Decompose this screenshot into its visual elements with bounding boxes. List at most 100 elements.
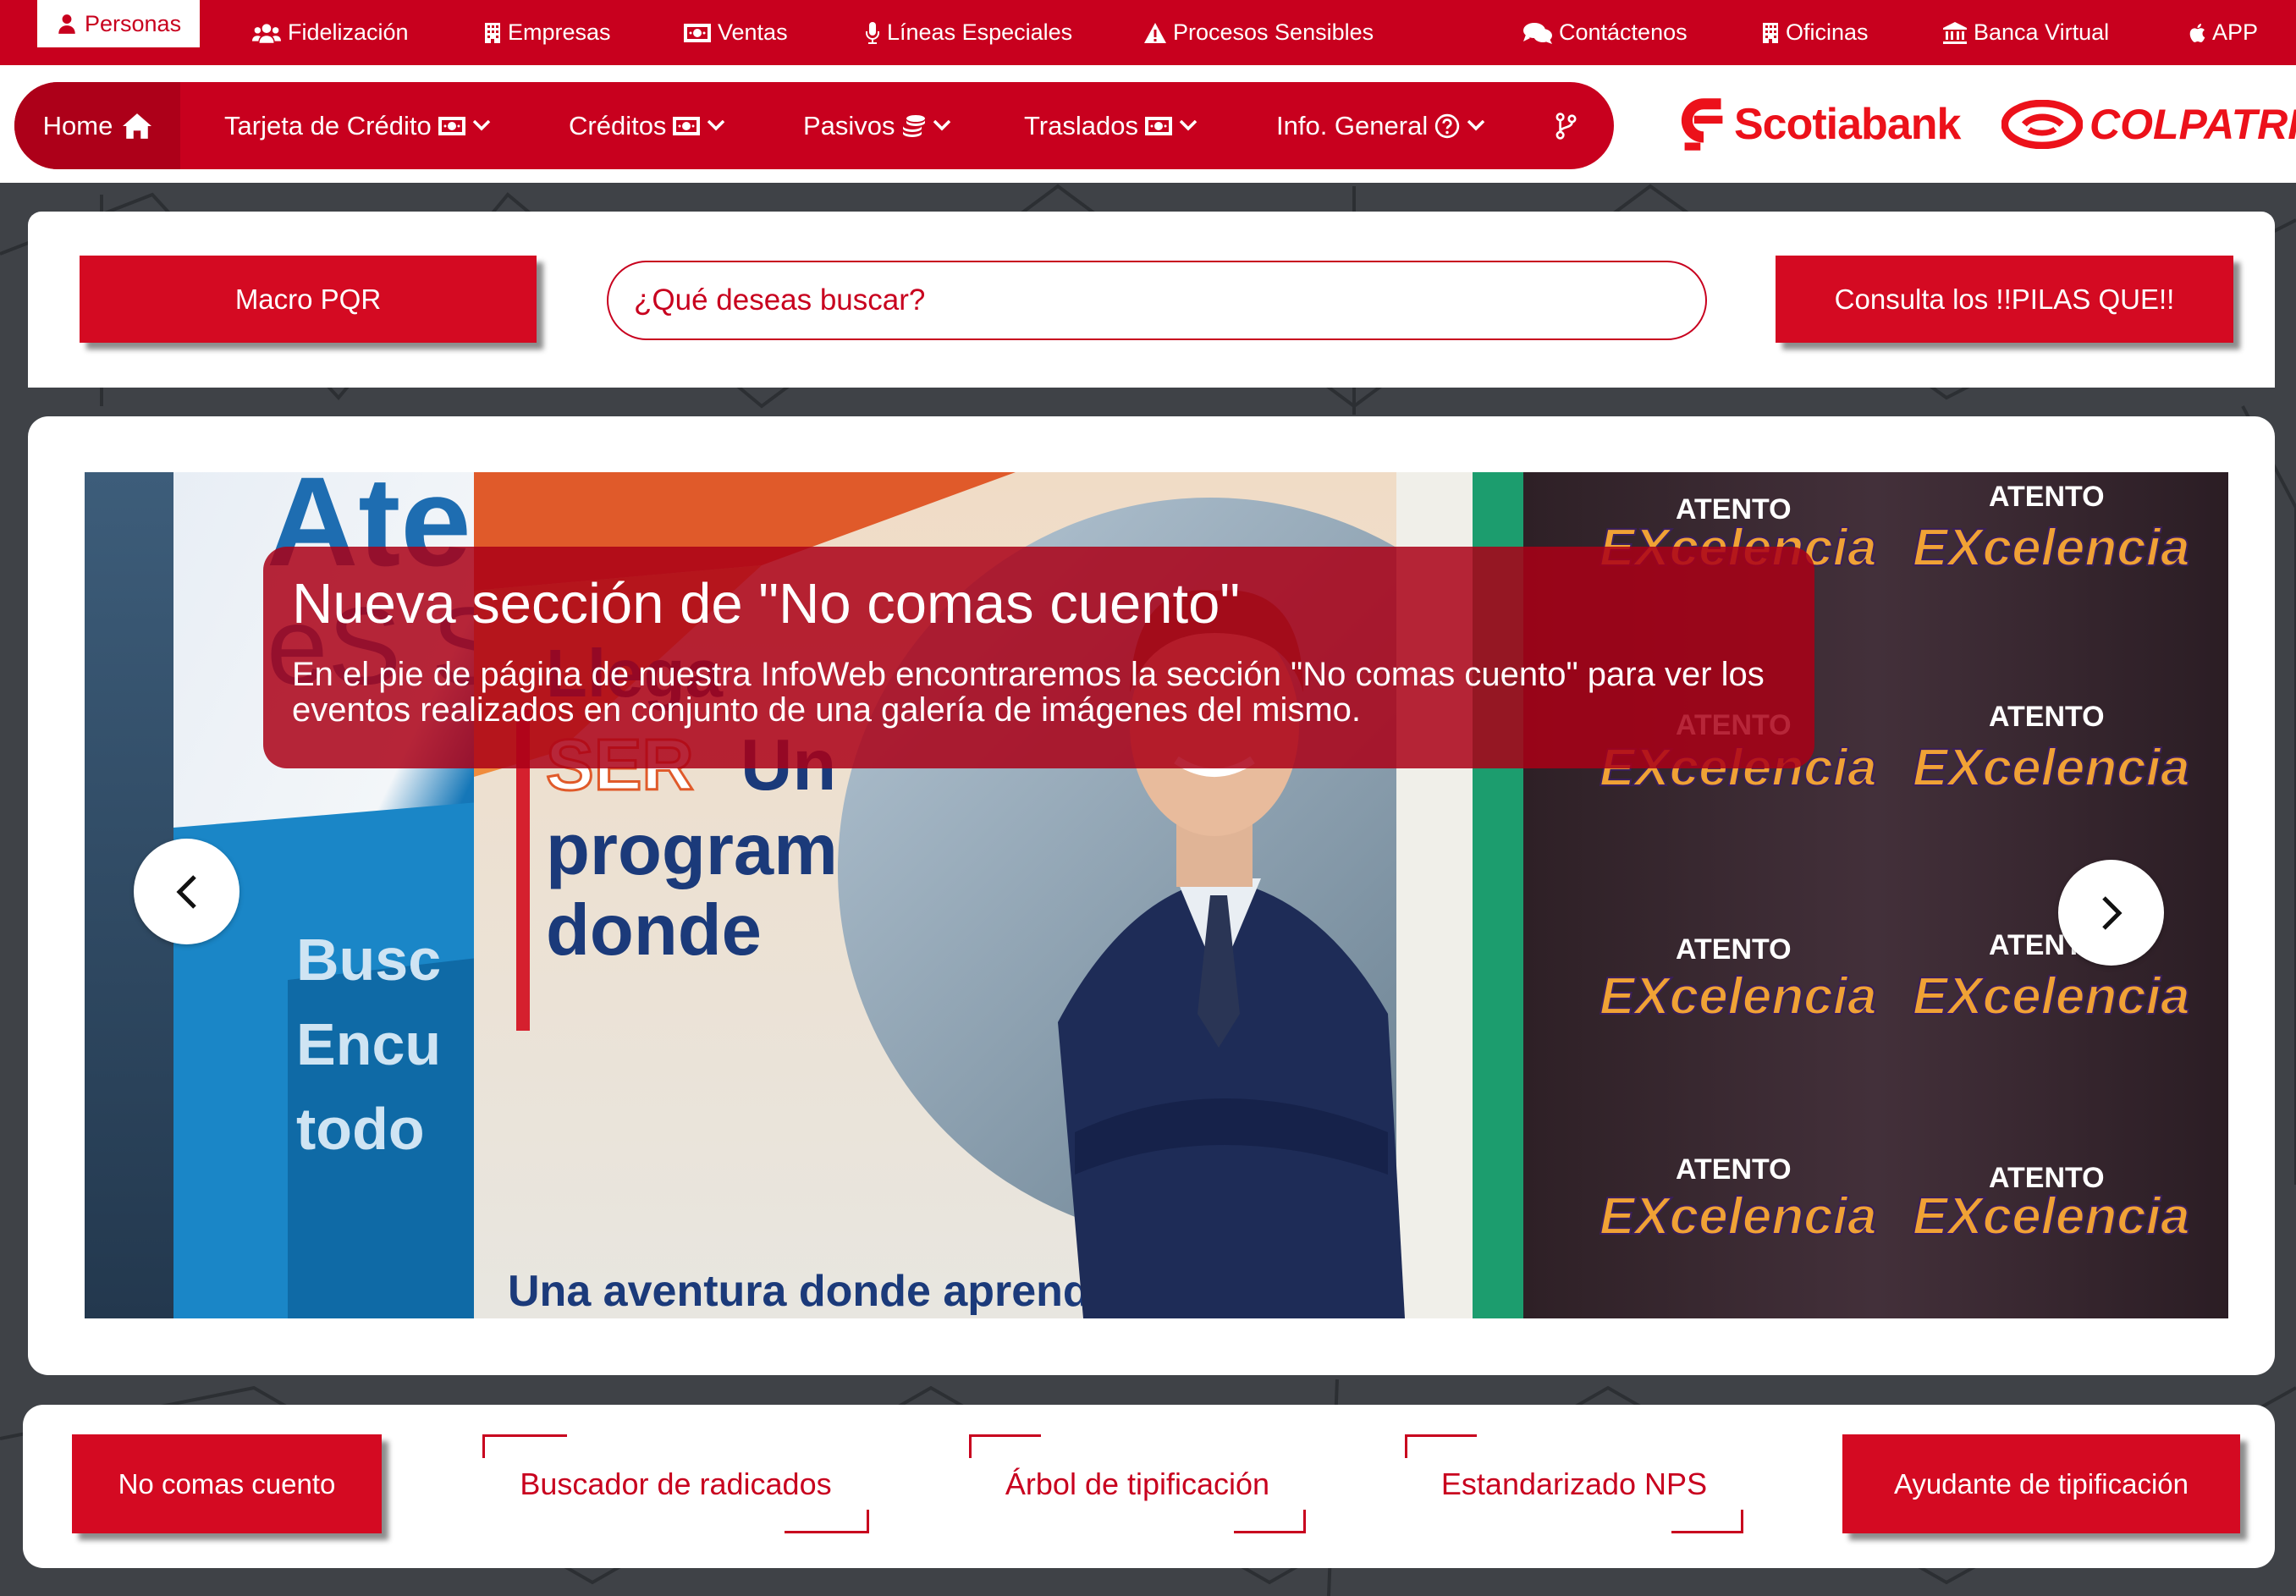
nav-info-general[interactable]: Info. General [1276,82,1485,169]
corner-accent [482,1434,567,1458]
svg-text:EXcelencia: EXcelencia [1599,1187,1876,1246]
chevron-down-icon [1467,119,1485,130]
question-circle-icon [1435,113,1460,138]
main-navigation: Home Tarjeta de Crédito Créditos Pasivos… [14,82,1614,169]
svg-text:ATENTO: ATENTO [1676,933,1792,966]
top-link-label: Fidelización [288,19,409,45]
nav-tarjeta-credito[interactable]: Tarjeta de Crédito [224,82,491,169]
nav-label: Tarjeta de Crédito [224,110,432,140]
main-header: Home Tarjeta de Crédito Créditos Pasivos… [0,65,2296,183]
pilas-que-button[interactable]: Consulta los !!PILAS QUE!! [1776,256,2233,343]
nav-label: Créditos [569,110,667,140]
ayudante-tipificacion-label: Ayudante de tipificación [1894,1467,2189,1500]
user-icon [58,14,75,34]
top-navigation-bar: Personas Fidelización Empresas Ventas Lí… [0,0,2296,65]
carousel-prev-button[interactable] [134,839,240,944]
top-link-label: APP [2212,19,2259,45]
svg-text:programa: programa [546,810,878,890]
money-icon [673,116,701,135]
slide-description: En el pie de página de nuestra InfoWeb e… [292,656,1765,729]
top-link-label: Empresas [508,19,611,45]
nav-label: Traslados [1024,110,1138,140]
top-link-label: Líneas Especiales [887,19,1073,45]
corner-accent [1234,1510,1306,1533]
svg-text:ATENTO: ATENTO [1989,481,2105,513]
nav-creditos[interactable]: Créditos [569,82,725,169]
svg-text:ATENTO: ATENTO [1989,1162,2105,1194]
top-link-ventas[interactable]: Ventas [684,0,788,65]
scotiabank-s-icon [1681,98,1723,151]
home-icon [123,113,152,139]
top-link-label: Personas [85,10,182,36]
pilas-que-label: Consulta los !!PILAS QUE!! [1834,283,2175,315]
estandarizado-nps-link[interactable]: Estandarizado NPS [1405,1434,1743,1533]
nav-pasivos[interactable]: Pasivos [803,82,951,169]
microphone-icon [866,21,879,44]
apple-icon [2189,23,2205,42]
chevron-down-icon [472,119,490,130]
corner-accent [785,1510,869,1533]
nav-traslados[interactable]: Traslados [1024,82,1198,169]
corner-accent [969,1434,1041,1458]
search-input[interactable] [607,261,1707,340]
slide-title: Nueva sección de "No comas cuento" [292,572,1241,636]
money-icon [438,116,465,135]
svg-text:Busc: Busc [296,927,441,993]
bank-icon [1943,21,1967,44]
top-link-oficinas[interactable]: Oficinas [1762,0,1869,65]
nav-branch-button[interactable] [1555,82,1577,169]
chevron-left-icon [175,874,196,909]
chevron-down-icon [708,119,725,130]
estandarizado-nps-label: Estandarizado NPS [1440,1466,1708,1501]
top-link-lineas-especiales[interactable]: Líneas Especiales [865,0,1072,65]
slide-caption: Nueva sección de "No comas cuento" En el… [263,547,1814,768]
nav-home[interactable]: Home [14,82,180,169]
top-link-procesos-sensibles[interactable]: Procesos Sensibles [1144,0,1374,65]
svg-text:EXcelencia: EXcelencia [1913,1187,2189,1246]
top-link-contactenos[interactable]: Contáctenos [1523,0,1688,65]
chat-icon [1523,22,1552,44]
top-link-empresas[interactable]: Empresas [484,0,611,65]
code-branch-icon [1555,112,1577,140]
svg-text:todo: todo [296,1096,425,1162]
chevron-right-icon [2101,895,2123,930]
colpatria-wordmark: COLPATRIA [2090,101,2296,148]
nav-label: Pasivos [803,110,895,140]
buscador-radicados-link[interactable]: Buscador de radicados [482,1434,869,1533]
svg-text:EXcelencia: EXcelencia [1913,739,2189,797]
macro-pqr-button[interactable]: Macro PQR [80,256,537,343]
top-link-app[interactable]: APP [2189,0,2258,65]
top-link-banca-virtual[interactable]: Banca Virtual [1943,0,2109,65]
warning-icon [1144,22,1166,43]
top-link-label: Oficinas [1786,19,1869,45]
corner-accent [1671,1510,1743,1533]
nav-label: Info. General [1276,110,1429,140]
building-icon [485,22,500,43]
arbol-tipificacion-label: Árbol de tipificación [1005,1466,1270,1501]
no-comas-cuento-label: No comas cuento [118,1467,336,1500]
money-icon [1144,116,1172,135]
no-comas-cuento-button[interactable]: No comas cuento [72,1434,382,1533]
buscador-radicados-label: Buscador de radicados [520,1466,832,1501]
svg-text:Encu: Encu [296,1011,441,1077]
coins-icon [902,114,925,137]
svg-text:ATENTO: ATENTO [1676,493,1792,526]
top-link-label: Banca Virtual [1974,19,2110,45]
nav-home-label: Home [42,110,113,140]
building-icon [1763,22,1778,43]
chevron-down-icon [1179,119,1198,130]
chevron-down-icon [933,119,950,130]
carousel-next-button[interactable] [2058,860,2164,966]
scotiabank-wordmark: Scotiabank [1734,100,1961,149]
macro-pqr-label: Macro PQR [234,283,382,315]
top-link-label: Ventas [718,19,788,45]
colpatria-swirl-icon [2001,100,2083,149]
top-link-personas[interactable]: Personas [37,0,201,47]
corner-accent [1405,1434,1477,1458]
arbol-tipificacion-link[interactable]: Árbol de tipificación [969,1434,1306,1533]
svg-text:EXcelencia: EXcelencia [1599,967,1876,1026]
money-icon [684,23,711,42]
top-link-fidelizacion[interactable]: Fidelización [252,0,409,65]
ayudante-tipificacion-button[interactable]: Ayudante de tipificación [1842,1434,2240,1533]
top-link-label: Contáctenos [1559,19,1688,45]
